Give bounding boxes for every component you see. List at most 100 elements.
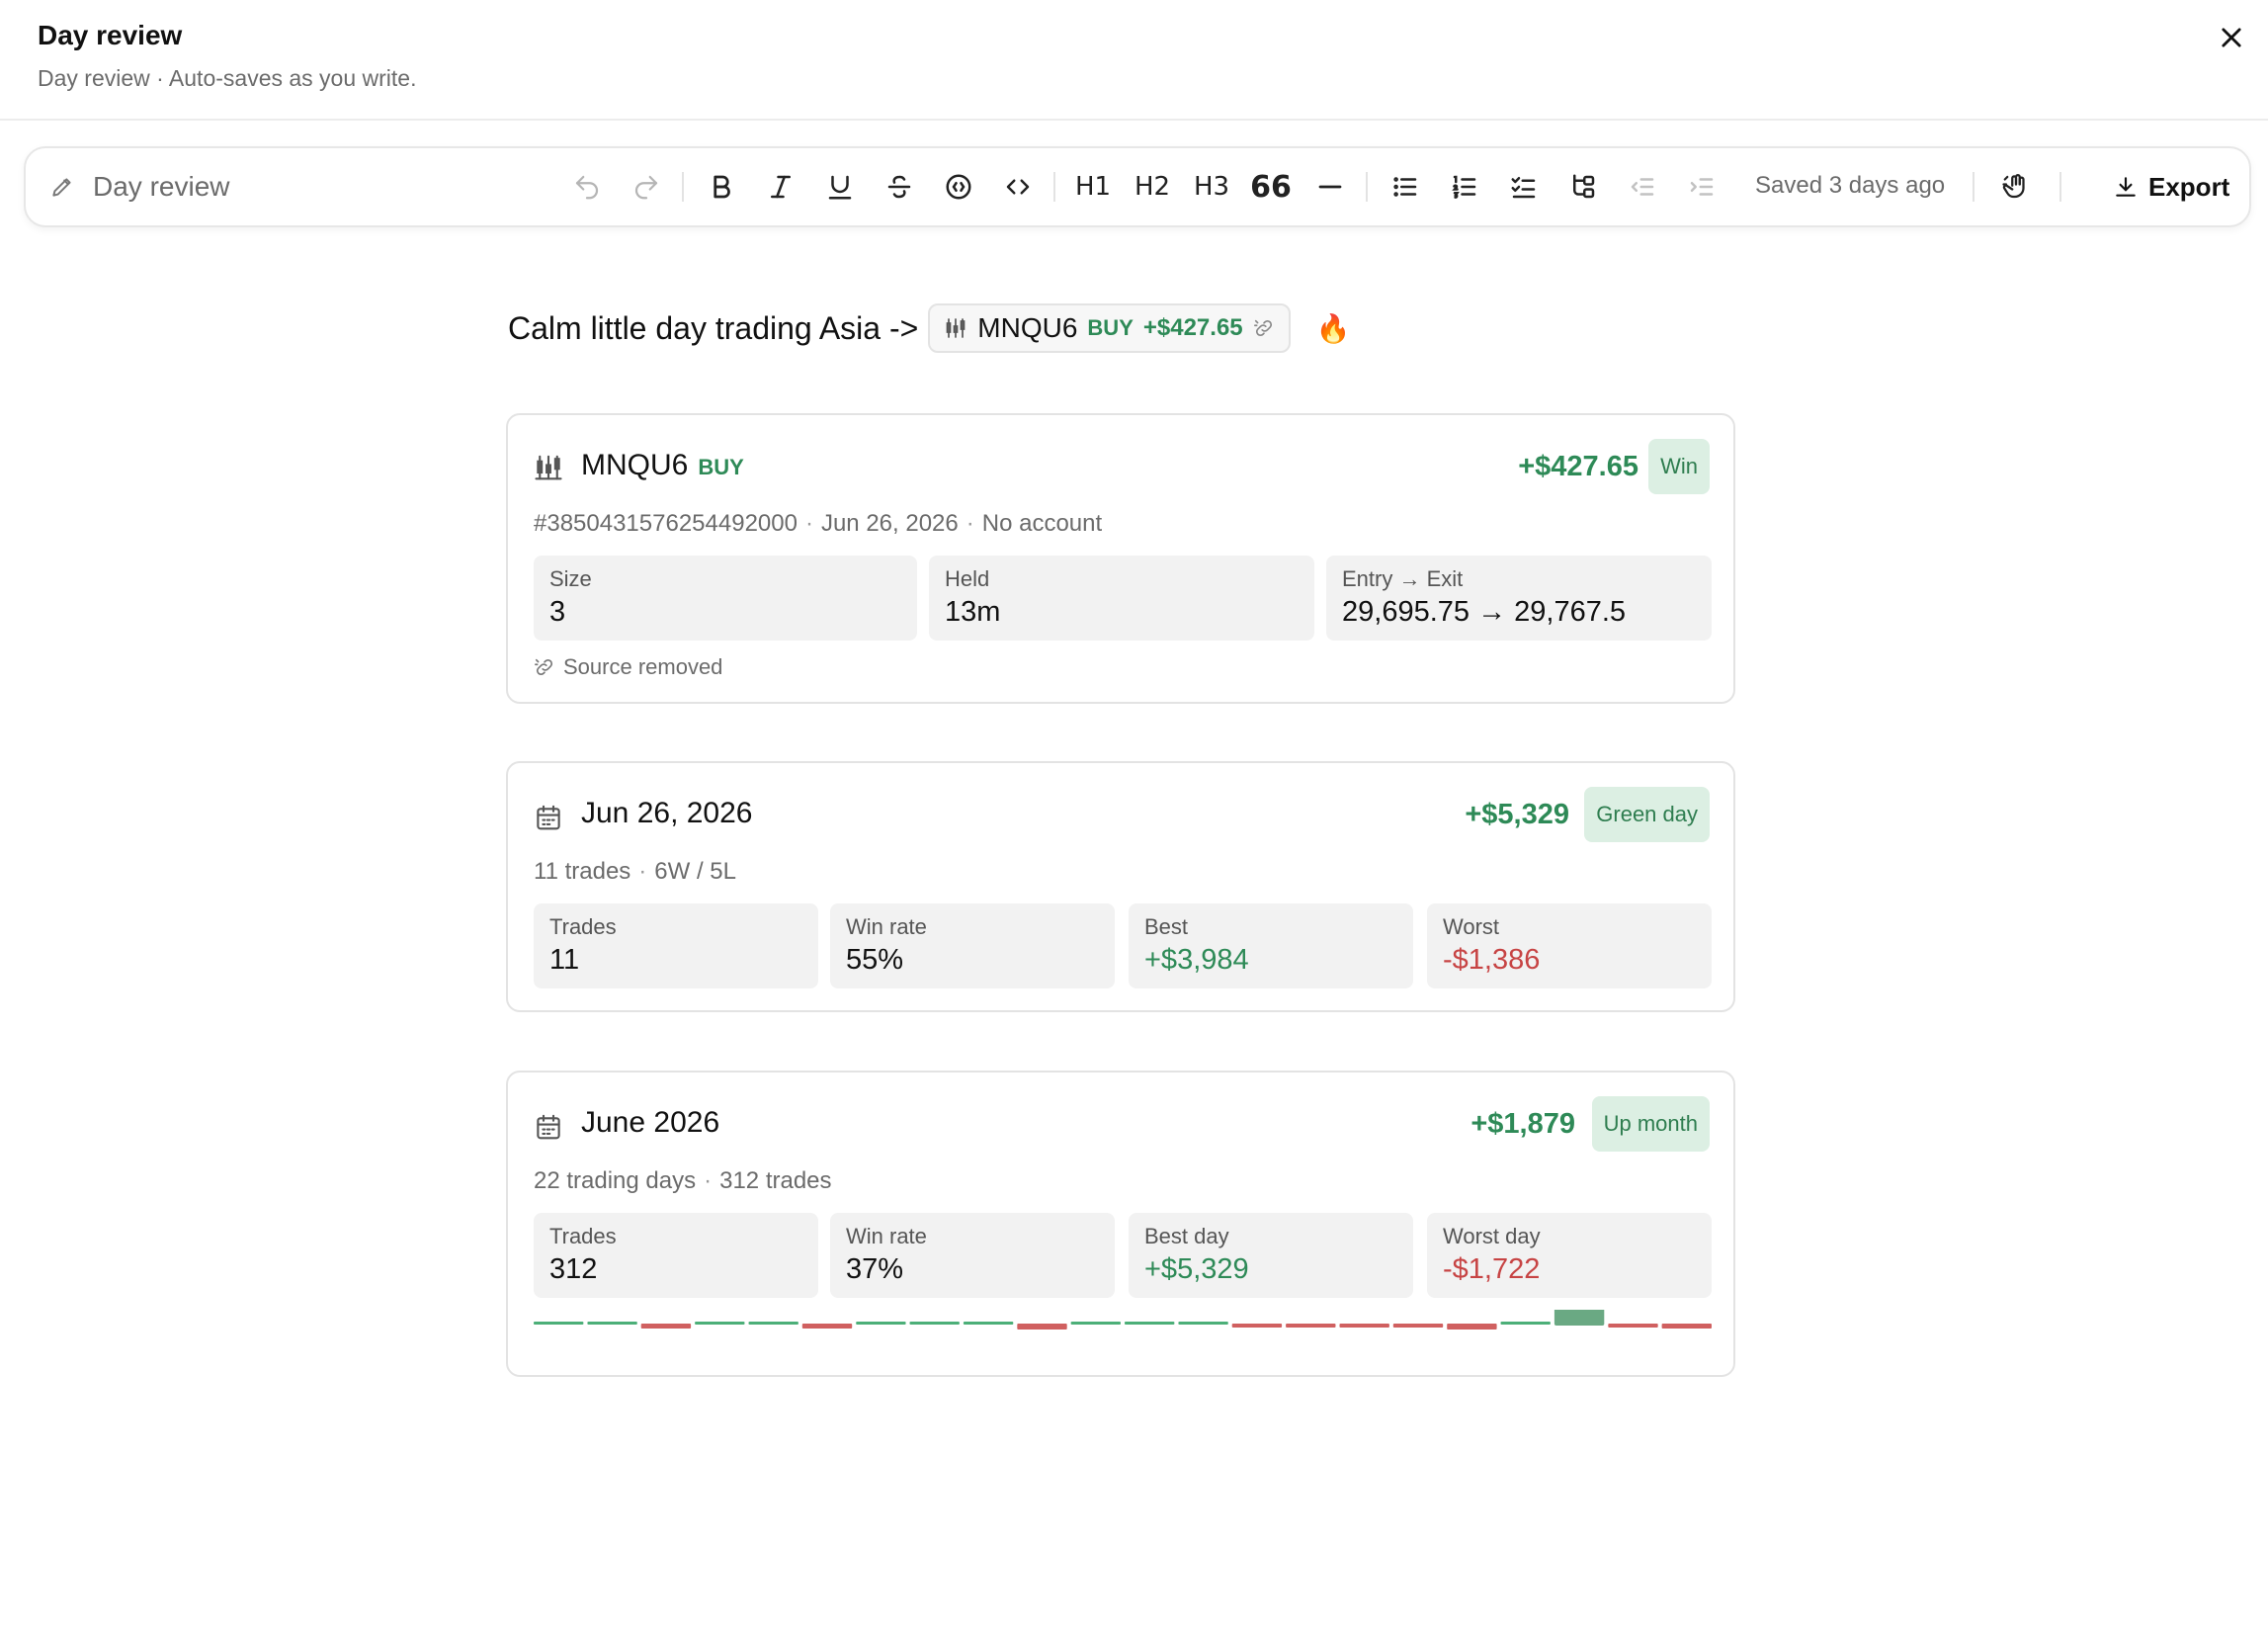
stat-value: +$5,329: [1144, 1253, 1249, 1285]
month-trade-count: 312 trades: [719, 1167, 832, 1194]
day-meta: 11 trades · 6W / 5L: [534, 858, 736, 885]
export-button[interactable]: Export: [2101, 162, 2241, 212]
heading-1-icon: H1: [1074, 172, 1112, 202]
numbered-list-icon: [1452, 175, 1476, 199]
daily-pnl-bar: [1286, 1324, 1336, 1328]
doc-title: Day review: [93, 171, 230, 202]
daily-pnl-bar: [748, 1322, 798, 1325]
outdent-icon: [1631, 178, 1654, 196]
toggle-block-icon: [1573, 174, 1595, 199]
strikethrough-button[interactable]: [878, 165, 921, 209]
bullet-list-button[interactable]: [1384, 165, 1427, 209]
stat-value: -$1,386: [1443, 944, 1541, 976]
numbered-list-button[interactable]: [1443, 165, 1486, 209]
bullet-list-icon: [1393, 177, 1417, 197]
stat-value: 11: [549, 944, 580, 976]
month-meta: 22 trading days · 312 trades: [534, 1167, 832, 1194]
stat-label: Size: [549, 566, 592, 591]
daily-pnl-bar: [1500, 1322, 1551, 1325]
trade-date: Jun 26, 2026: [820, 510, 959, 537]
daily-pnl-bars: [534, 1310, 1712, 1330]
heading-3-button[interactable]: H3: [1190, 165, 1233, 209]
download-icon: [2116, 177, 2136, 197]
daily-pnl-bar: [1125, 1322, 1175, 1325]
task-list-button[interactable]: [1502, 165, 1546, 209]
stat-value: 312: [549, 1253, 598, 1285]
daily-pnl-bar: [534, 1322, 584, 1325]
month-summary-card[interactable]: June 2026 +$1,879 Up month 22 trading da…: [506, 1071, 1735, 1377]
stat-value: 13m: [945, 596, 1001, 628]
indent-icon: [1690, 178, 1714, 196]
source-removed-note: Source removed: [534, 654, 722, 680]
italic-icon: [771, 175, 791, 199]
underline-button[interactable]: [818, 165, 862, 209]
redo-icon: [634, 175, 658, 200]
pan-mode-button[interactable]: [1994, 165, 2038, 209]
daily-pnl-bar: [856, 1322, 906, 1325]
undo-button[interactable]: [565, 165, 609, 209]
daily-pnl-bar: [1392, 1324, 1444, 1328]
spoiler-button[interactable]: [937, 165, 980, 209]
status-badge: Win: [1648, 439, 1710, 494]
stat-label: Worst: [1443, 914, 1500, 939]
trade-mention-chip[interactable]: MNQU6 BUY +$427.65: [928, 303, 1291, 353]
stat-value: +$3,984: [1144, 944, 1249, 976]
stat-win-rate: Win rate 37%: [830, 1213, 1115, 1298]
trade-card[interactable]: MNQU6 BUY +$427.65 Win #38504315762544920…: [506, 413, 1735, 704]
month-trading-days: 22 trading days: [534, 1167, 697, 1194]
toolbar-separator: [1973, 172, 1974, 202]
stat-value: -$1,722: [1443, 1253, 1541, 1285]
month-title: June 2026: [581, 1106, 720, 1139]
trade-id: #3850431576254492000: [534, 510, 798, 537]
stat-label: Best day: [1144, 1224, 1229, 1248]
trade-account: No account: [981, 510, 1103, 537]
calendar-icon: [537, 805, 560, 830]
stat-worst-day: Worst day -$1,722: [1427, 1213, 1712, 1298]
link-broken-icon: [1253, 319, 1272, 337]
indent-button[interactable]: [1680, 165, 1723, 209]
pencil-icon: [52, 178, 71, 197]
export-label: Export: [2148, 171, 2230, 202]
quote-icon: 66: [1250, 169, 1292, 205]
daily-pnl-bar: [963, 1322, 1014, 1325]
trade-title: MNQU6 BUY: [581, 449, 744, 482]
redo-button[interactable]: [625, 165, 668, 209]
stat-trades: Trades 312: [534, 1213, 818, 1298]
trade-pnl: +$427.65: [1518, 451, 1638, 482]
toggle-block-button[interactable]: [1561, 165, 1605, 209]
calendar-icon: [537, 1114, 560, 1140]
divider-button[interactable]: [1308, 165, 1352, 209]
stat-label: Worst day: [1443, 1224, 1541, 1248]
daily-pnl-bar: [1554, 1310, 1605, 1326]
daily-pnl-bar: [1231, 1324, 1283, 1328]
close-button[interactable]: [2214, 20, 2249, 55]
italic-button[interactable]: [759, 165, 802, 209]
daily-pnl-bar: [1070, 1322, 1121, 1325]
code-button[interactable]: [996, 165, 1040, 209]
heading-2-button[interactable]: H2: [1131, 165, 1174, 209]
stat-worst: Worst -$1,386: [1427, 903, 1712, 988]
stat-entry-exit: Entry → Exit 29,695.75 → 29,767.5: [1326, 556, 1712, 641]
chip-symbol: MNQU6: [977, 312, 1078, 343]
bold-icon: [714, 175, 730, 199]
trade-symbol: MNQU6: [581, 449, 689, 481]
quote-button[interactable]: 66: [1249, 165, 1293, 209]
stat-held: Held 13m: [929, 556, 1314, 641]
day-summary-card[interactable]: Jun 26, 2026 +$5,329 Green day 11 trades…: [506, 761, 1735, 1012]
save-status: Saved 3 days ago: [1755, 172, 1946, 199]
modal-subtitle: Day review · Auto-saves as you write.: [38, 65, 417, 91]
outdent-button[interactable]: [1621, 165, 1664, 209]
day-win-loss: 6W / 5L: [654, 858, 736, 885]
stat-label: Trades: [549, 914, 617, 939]
heading-1-button[interactable]: H1: [1071, 165, 1115, 209]
stat-best-day: Best day +$5,329: [1129, 1213, 1413, 1298]
editor-toolbar: Day review H1 H2 H3 66 Saved 3 days ago …: [24, 146, 2251, 227]
horizontal-rule-icon: [1318, 185, 1342, 189]
source-removed-text: Source removed: [563, 654, 723, 679]
daily-pnl-bar: [640, 1324, 692, 1329]
stat-value: 3: [549, 596, 566, 628]
bold-button[interactable]: [700, 165, 743, 209]
candlestick-icon: [535, 455, 562, 480]
editor-paragraph[interactable]: Calm little day trading Asia -> MNQU6 BU…: [508, 301, 1351, 355]
doc-title-field[interactable]: Day review: [49, 148, 229, 225]
